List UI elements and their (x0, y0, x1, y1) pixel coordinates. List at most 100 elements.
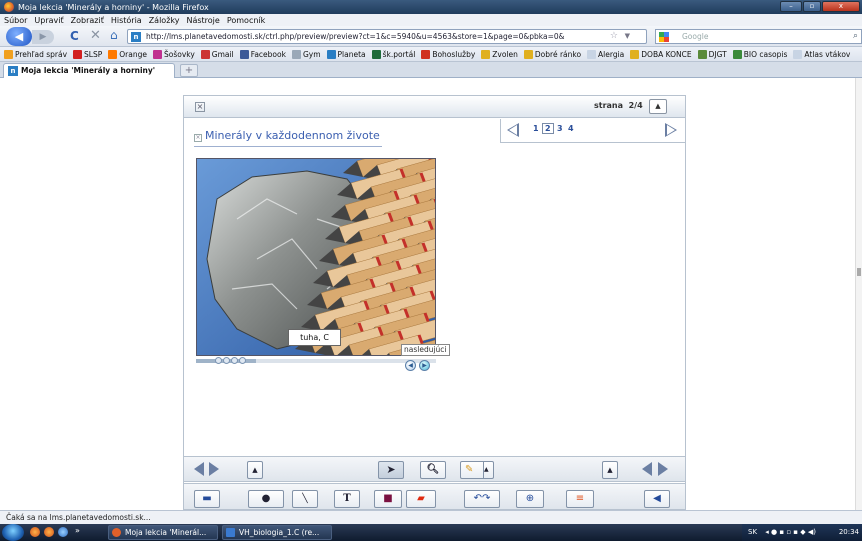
slide-dot[interactable] (223, 357, 230, 364)
close-window-button[interactable]: x (822, 1, 860, 12)
page-link-1[interactable]: 1 (533, 124, 539, 133)
eraser-tool-button[interactable]: ▰ (406, 490, 436, 508)
comment-tool-button[interactable]: ▬ (194, 490, 220, 508)
bookmark-item[interactable]: Gmail (200, 49, 234, 59)
text-tool-button[interactable]: T (334, 490, 360, 508)
menu-pomocnik[interactable]: Pomocník (227, 16, 265, 25)
bookmark-item[interactable]: Atlas vtákov (793, 49, 850, 59)
slide-dot[interactable] (239, 357, 246, 364)
address-bar[interactable]: n http://lms.planetavedomosti.sk/ctrl.ph… (127, 29, 647, 44)
taskbar-item-firefox[interactable]: Moja lekcia 'Minerál... (108, 525, 218, 540)
prev-slide-button[interactable]: ◀ (405, 360, 416, 371)
title-toggle-icon[interactable]: × (194, 134, 202, 142)
prev-arrow-right-icon[interactable] (642, 462, 652, 476)
bookmark-item[interactable]: Bohoslužby (421, 49, 475, 59)
bookmark-item[interactable]: Šošovky (152, 49, 195, 59)
tray-icons[interactable]: ◂ ● ▪ ▫ ▪ ◆ ◀) (765, 528, 816, 536)
bookmark-label: Dobré ránko (534, 49, 582, 59)
page-link-3[interactable]: 3 (557, 124, 563, 133)
prev-page-icon[interactable] (507, 123, 519, 137)
list-tool-button[interactable]: ≡ (566, 490, 594, 508)
bookmark-item[interactable]: Dobré ránko (523, 49, 582, 59)
magnifier-tool-button[interactable]: ⊕ (516, 490, 544, 508)
firefox-quicklaunch-icon-2[interactable] (44, 527, 54, 537)
forward-button[interactable]: ▶ (32, 30, 54, 44)
undo-redo-button[interactable]: ↶↷ (464, 490, 500, 508)
bookmark-item[interactable]: SLSP (73, 49, 103, 59)
title-underline (194, 146, 382, 147)
menu-zalozky[interactable]: Záložky (149, 16, 180, 25)
bookmark-item[interactable]: šk.portál (371, 49, 415, 59)
firefox-quicklaunch-icon[interactable] (30, 527, 40, 537)
stop-icon[interactable]: ✕ (90, 28, 101, 43)
next-arrow-icon[interactable] (209, 462, 219, 476)
tab-moja-lekcia[interactable]: n Moja lekcia 'Minerály a horniny' (3, 63, 175, 78)
sound-button[interactable]: ◀ (644, 490, 670, 508)
taskbar-item-word[interactable]: VH_biologia_1.C (re... (222, 525, 332, 540)
bookmark-icon (732, 49, 742, 59)
more-quicklaunch-icon[interactable]: » (75, 526, 80, 535)
home-icon[interactable]: ⌂ (110, 28, 118, 42)
tab-label: Moja lekcia 'Minerály a horniny' (21, 66, 156, 75)
start-button[interactable] (2, 524, 24, 541)
menu-nastroje[interactable]: Nástroje (186, 16, 219, 25)
menu-upravit[interactable]: Upraviť (34, 16, 63, 25)
reload-icon[interactable]: C (70, 29, 79, 43)
bookmark-label: Orange (119, 49, 147, 59)
url-dropdown-icon[interactable]: ▼ (625, 30, 630, 43)
search-placeholder: Google (682, 32, 709, 41)
bookmark-item[interactable]: Planeta (326, 49, 366, 59)
menu-historia[interactable]: História (111, 16, 142, 25)
bookmark-item[interactable]: Prehľad správ (4, 49, 67, 59)
bookmark-label: SLSP (84, 49, 103, 59)
highlighter-dropdown-icon[interactable]: ▲ (483, 462, 493, 478)
bookmark-item[interactable]: Facebook (239, 49, 286, 59)
bookmark-star-icon[interactable]: ☆ (610, 30, 618, 43)
page-label: strana (594, 101, 624, 110)
bookmark-icon (108, 49, 118, 59)
shape-tool-button[interactable]: ■ (374, 490, 402, 508)
maximize-button[interactable]: ▫ (803, 1, 821, 12)
expand-up-button-right[interactable]: ▲ (602, 461, 618, 479)
bookmark-item[interactable]: Zvolen (481, 49, 518, 59)
desktop-quicklaunch-icon[interactable] (58, 527, 68, 537)
vertical-scrollbar[interactable] (855, 78, 862, 510)
bookmark-icon (73, 49, 83, 59)
minimize-button[interactable]: – (780, 1, 802, 12)
pointer-tool-button[interactable]: ➤ (378, 461, 404, 479)
player-header: × strana 2/4 ▲ (184, 96, 685, 118)
close-lesson-icon[interactable]: × (195, 102, 205, 112)
page-link-4[interactable]: 4 (568, 124, 574, 133)
bookmark-label: Šošovky (163, 49, 195, 59)
next-arrow-right-icon[interactable] (658, 462, 668, 476)
menu-subor[interactable]: Súbor (4, 16, 27, 25)
menu-zobrazit[interactable]: Zobraziť (71, 16, 104, 25)
bookmark-item[interactable]: Orange (108, 49, 147, 59)
slide-dot[interactable] (215, 357, 222, 364)
bookmark-item[interactable]: BIO casopis (732, 49, 787, 59)
new-tab-button[interactable]: + (180, 64, 198, 77)
scrollbar-thumb[interactable] (857, 268, 861, 276)
taskbar-item-label: Moja lekcia 'Minerál... (125, 528, 207, 537)
slide-dot[interactable] (231, 357, 238, 364)
fill-tool-button[interactable]: ● (248, 490, 284, 508)
language-indicator[interactable]: SK (748, 528, 757, 536)
search-icon[interactable]: ⌕ (853, 30, 858, 43)
bookmark-icon (697, 49, 707, 59)
bookmark-item[interactable]: DJGT (697, 49, 727, 59)
zoom-tool-button[interactable]: 🔍︎ (420, 461, 446, 479)
bookmark-item[interactable]: Alergia (587, 49, 624, 59)
bookmark-item[interactable]: DOBA KONCE (630, 49, 692, 59)
collapse-up-icon[interactable]: ▲ (649, 99, 667, 114)
highlighter-tool-button[interactable]: ✎ ▲ (460, 461, 494, 479)
back-button[interactable]: ◀ (6, 27, 32, 46)
page-link-2[interactable]: 2 (542, 123, 554, 134)
next-slide-button[interactable]: ▶ (419, 360, 430, 371)
search-box[interactable]: Google ⌕ (655, 29, 862, 44)
expand-up-button[interactable]: ▲ (247, 461, 263, 479)
next-page-icon[interactable] (665, 123, 677, 137)
tab-strip: n Moja lekcia 'Minerály a horniny' + (0, 62, 862, 78)
line-tool-button[interactable]: ╲ (292, 490, 318, 508)
bookmark-item[interactable]: Gym (291, 49, 321, 59)
prev-arrow-icon[interactable] (194, 462, 204, 476)
